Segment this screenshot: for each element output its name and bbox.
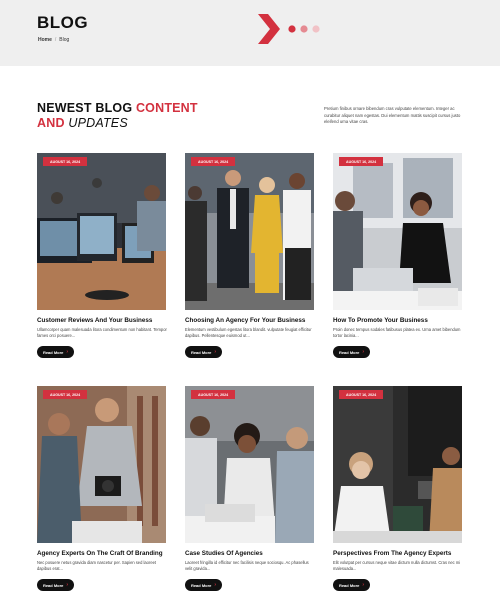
- post-date-badge: AUGUST 16, 2024: [339, 157, 384, 166]
- post-title[interactable]: How To Promote Your Business: [333, 317, 468, 324]
- post-excerpt: Proin donec tempus sodales fatibusus pla…: [333, 327, 461, 339]
- post-date-badge: AUGUST 16, 2024: [339, 390, 384, 399]
- read-more-label: Read More: [190, 582, 212, 588]
- read-more-button[interactable]: Read More ›: [37, 579, 74, 591]
- heading-italic: UPDATES: [64, 116, 128, 130]
- read-more-label: Read More: [338, 582, 360, 588]
- blog-card-image[interactable]: AUGUST 16, 2024: [333, 153, 462, 310]
- post-title[interactable]: Agency Experts On The Craft Of Branding: [37, 550, 172, 557]
- section-intro: Pretium finibus ornare bibendum cras vul…: [324, 106, 461, 125]
- read-more-label: Read More: [190, 349, 212, 355]
- chevron-right-icon: ›: [214, 349, 217, 355]
- chevron-right-icon: ›: [214, 582, 217, 588]
- heading-part-1: NEWEST BLOG: [37, 101, 136, 115]
- post-excerpt: Elit volutpat per cursus neque vitae dic…: [333, 560, 461, 572]
- read-more-label: Read More: [42, 349, 64, 355]
- read-more-label: Read More: [42, 582, 64, 588]
- post-excerpt: Laoreet fringilla id efficitur nec facil…: [185, 560, 309, 572]
- post-excerpt: Ullamcorper quam malesuada litora condim…: [37, 327, 167, 339]
- blog-card-image[interactable]: AUGUST 16, 2024: [185, 386, 314, 543]
- read-more-button[interactable]: Read More ›: [333, 579, 370, 591]
- heading-accent-2: AND: [37, 116, 65, 130]
- post-excerpt: Elementum vestibulum egestas litora blan…: [185, 327, 312, 339]
- read-more-label: Read More: [338, 349, 360, 355]
- read-more-button[interactable]: Read More ›: [333, 346, 370, 358]
- read-more-button[interactable]: Read More ›: [185, 579, 222, 591]
- breadcrumb: Home / Blog: [38, 37, 69, 43]
- decorative-chevron-dots: [258, 14, 320, 44]
- post-title[interactable]: Choosing An Agency For Your Business: [185, 317, 320, 324]
- post-date-badge: AUGUST 16, 2024: [43, 157, 88, 166]
- post-date-badge: AUGUST 16, 2024: [43, 390, 88, 399]
- chevron-right-icon: ›: [66, 582, 69, 588]
- read-more-button[interactable]: Read More ›: [185, 346, 222, 358]
- post-excerpt: Nec posuere netus gravida diam nascetur …: [37, 560, 157, 572]
- page-title: BLOG: [37, 13, 89, 32]
- post-title[interactable]: Case Studies Of Agencies: [185, 550, 320, 557]
- breadcrumb-home-link[interactable]: Home: [38, 37, 52, 43]
- post-title[interactable]: Perspectives From The Agency Experts: [333, 550, 468, 557]
- chevron-right-icon: ›: [66, 349, 69, 355]
- chevron-right-icon: ›: [362, 582, 365, 588]
- post-date-badge: AUGUST 16, 2024: [191, 390, 236, 399]
- section-heading: NEWEST BLOG CONTENT AND UPDATES: [37, 101, 198, 131]
- blog-card-image[interactable]: AUGUST 16, 2024: [37, 153, 166, 310]
- blog-card-image[interactable]: AUGUST 16, 2024: [333, 386, 462, 543]
- blog-card-image[interactable]: AUGUST 16, 2024: [37, 386, 166, 543]
- blog-card-image[interactable]: AUGUST 16, 2024: [185, 153, 314, 310]
- chevron-right-icon: ›: [362, 349, 365, 355]
- heading-accent-1: CONTENT: [135, 101, 198, 115]
- page-hero: BLOG Home / Blog: [0, 0, 500, 66]
- breadcrumb-separator: /: [54, 37, 57, 43]
- post-title[interactable]: Customer Reviews And Your Business: [37, 317, 172, 324]
- read-more-button[interactable]: Read More ›: [37, 346, 74, 358]
- breadcrumb-current: Blog: [59, 37, 70, 43]
- post-date-badge: AUGUST 16, 2024: [191, 157, 236, 166]
